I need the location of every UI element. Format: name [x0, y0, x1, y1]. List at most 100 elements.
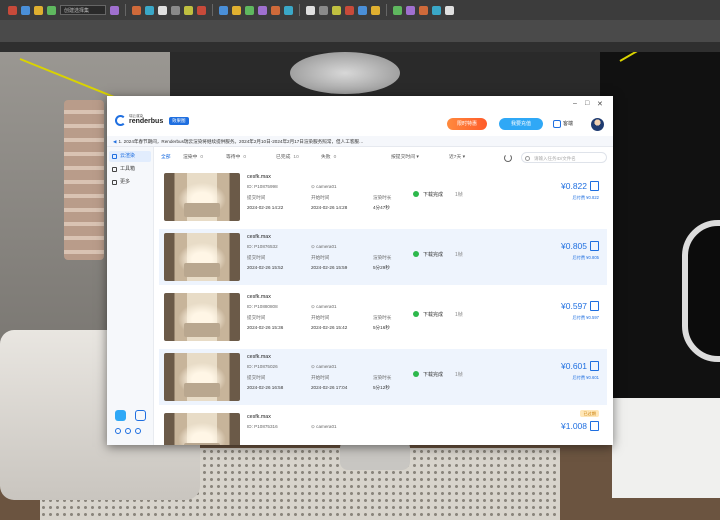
task-row[interactable]: cesfk.max ID: P10880808 ⊙ camera01 提交时间 开始时间… [159, 289, 607, 345]
promo-button[interactable]: 限时特惠 [447, 118, 487, 130]
filter-bar: 全部 渲染中 0 等待中 0 已完成 10 失败 0 按提交时间 ▾ 近7天 ▾ 请输入… [159, 151, 607, 165]
date-range-dropdown[interactable]: 近7天 ▾ [449, 151, 465, 165]
task-row[interactable]: cesfk.max ID: P10875998 ⊙ camera01 提交时间 开始时间… [159, 169, 607, 225]
frames-count: 1帧 [455, 192, 463, 198]
postpaid-amount: 后付费 ¥0.805 [572, 255, 599, 261]
max-tool-icon[interactable] [21, 5, 30, 15]
cloud-icon [112, 154, 117, 159]
max-tool-icon[interactable] [432, 5, 441, 15]
max-tool-icon[interactable] [34, 5, 43, 15]
end-time: 2024-02-26 15:42 [311, 325, 348, 330]
render-duration: 4分47秒 [373, 205, 390, 210]
refresh-icon[interactable] [504, 154, 512, 162]
close-button[interactable]: ✕ [597, 100, 603, 108]
maximize-button[interactable]: □ [585, 100, 589, 107]
filter-all[interactable]: 全部 [161, 151, 171, 165]
bill-icon[interactable] [590, 421, 599, 431]
notice-bar[interactable]: ◀ 1. 2024年春节期间，Renderbus瑞云渲染将继续提供服务。2024年… [107, 136, 613, 147]
max-tool-icon[interactable] [419, 5, 428, 15]
max-tool-icon[interactable] [319, 5, 328, 15]
scene-wall-art [64, 100, 104, 260]
max-tool-icon[interactable] [158, 5, 167, 15]
render-thumbnail[interactable] [164, 293, 240, 341]
max-tool-icon[interactable] [47, 5, 56, 15]
render-duration: 5分12秒 [373, 385, 390, 390]
max-tool-icon[interactable] [145, 5, 154, 15]
max-tool-icon[interactable] [184, 5, 193, 15]
task-filename: cesfk.max [247, 174, 271, 180]
client-label[interactable]: 客端 [563, 120, 573, 127]
bill-icon[interactable] [590, 181, 599, 191]
search-input[interactable]: 请输入任务ID/文件名 [521, 152, 607, 163]
task-camera: ⊙ camera01 [311, 424, 337, 429]
max-tool-icon[interactable] [219, 5, 228, 15]
bill-icon[interactable] [590, 241, 599, 251]
max-toolbar-strip [0, 42, 720, 52]
max-tool-icon[interactable] [258, 5, 267, 15]
task-filename: cesfk.max [247, 354, 271, 360]
client-icon[interactable] [553, 120, 561, 128]
filter-waiting[interactable]: 等待中 0 [226, 151, 246, 165]
avatar[interactable] [591, 118, 604, 131]
bill-icon[interactable] [590, 301, 599, 311]
toolbar-separator [212, 4, 213, 16]
submit-time-label: 提交时间 [247, 315, 266, 320]
sidebar: 云渲染 工具箱 更多 [107, 147, 154, 445]
settings-icon[interactable] [115, 428, 121, 434]
filter-label: 全部 [161, 155, 171, 160]
max-tool-icon[interactable] [171, 5, 180, 15]
render-thumbnail[interactable] [164, 233, 240, 281]
render-thumbnail[interactable] [164, 173, 240, 221]
max-toolbar: 创建选择集 [0, 0, 720, 52]
scene-mirror [682, 220, 720, 362]
recharge-button[interactable]: 我要充值 [499, 118, 543, 130]
task-row[interactable]: cesfk.max ID: P10876532 ⊙ camera01 提交时间 开始时间… [159, 229, 607, 285]
max-tool-icon[interactable] [345, 5, 354, 15]
camera-name: camera01 [316, 424, 337, 429]
max-tool-icon[interactable] [197, 5, 206, 15]
max-tool-icon[interactable] [245, 5, 254, 15]
max-tool-icon[interactable] [406, 5, 415, 15]
max-tool-icon[interactable] [358, 5, 367, 15]
sort-dropdown[interactable]: 按提交时间 ▾ [391, 151, 419, 165]
download-icon[interactable] [135, 410, 146, 421]
help-icon[interactable] [125, 428, 131, 434]
filter-rendering[interactable]: 渲染中 0 [183, 151, 203, 165]
max-tool-icon[interactable] [132, 5, 141, 15]
selection-set-combo[interactable]: 创建选择集 [60, 5, 106, 15]
task-price: ¥0.822 [561, 181, 587, 191]
toolbar-separator [125, 4, 126, 16]
postpaid-label: 后付费 ¥ [572, 195, 589, 200]
postpaid-label: 后付费 ¥ [572, 375, 589, 380]
filter-failed[interactable]: 失败 0 [321, 151, 336, 165]
start-time-label: 开始时间 [311, 195, 330, 200]
max-tool-icon[interactable] [110, 5, 119, 15]
filter-done[interactable]: 已完成 10 [276, 151, 299, 165]
sidebar-item-cloud-render[interactable]: 云渲染 [109, 151, 151, 162]
title-bar: 瑞云渲染 renderbus 效果图 – □ ✕ 限时特惠 我要充值 客端 [107, 96, 613, 136]
frames-count: 1帧 [455, 312, 463, 318]
max-tool-icon[interactable] [445, 5, 454, 15]
task-row[interactable]: cesfk.max ID: P10875026 ⊙ camera01 提交时间 开始时间… [159, 349, 607, 405]
max-tool-icon[interactable] [232, 5, 241, 15]
postpaid-value: 0.597 [588, 315, 599, 320]
bill-icon[interactable] [590, 361, 599, 371]
search-icon [525, 155, 530, 161]
max-tool-icon[interactable] [284, 5, 293, 15]
max-tool-icon[interactable] [8, 5, 17, 15]
task-row[interactable]: cesfk.max ID: P10875316 ⊙ camera01 ¥1.008 已过… [159, 409, 607, 445]
max-tool-icon[interactable] [332, 5, 341, 15]
sidebar-item-toolbox[interactable]: 工具箱 [109, 164, 151, 175]
max-tool-icon[interactable] [271, 5, 280, 15]
message-icon[interactable] [135, 428, 141, 434]
frames-count: 1帧 [455, 372, 463, 378]
minimize-button[interactable]: – [573, 100, 577, 107]
transfer-icon[interactable] [115, 410, 126, 421]
sidebar-item-more[interactable]: 更多 [109, 177, 151, 188]
max-tool-icon[interactable] [393, 5, 402, 15]
render-thumbnail[interactable] [164, 413, 240, 445]
status-dot-icon [413, 251, 419, 257]
max-tool-icon[interactable] [371, 5, 380, 15]
max-tool-icon[interactable] [306, 5, 315, 15]
render-thumbnail[interactable] [164, 353, 240, 401]
